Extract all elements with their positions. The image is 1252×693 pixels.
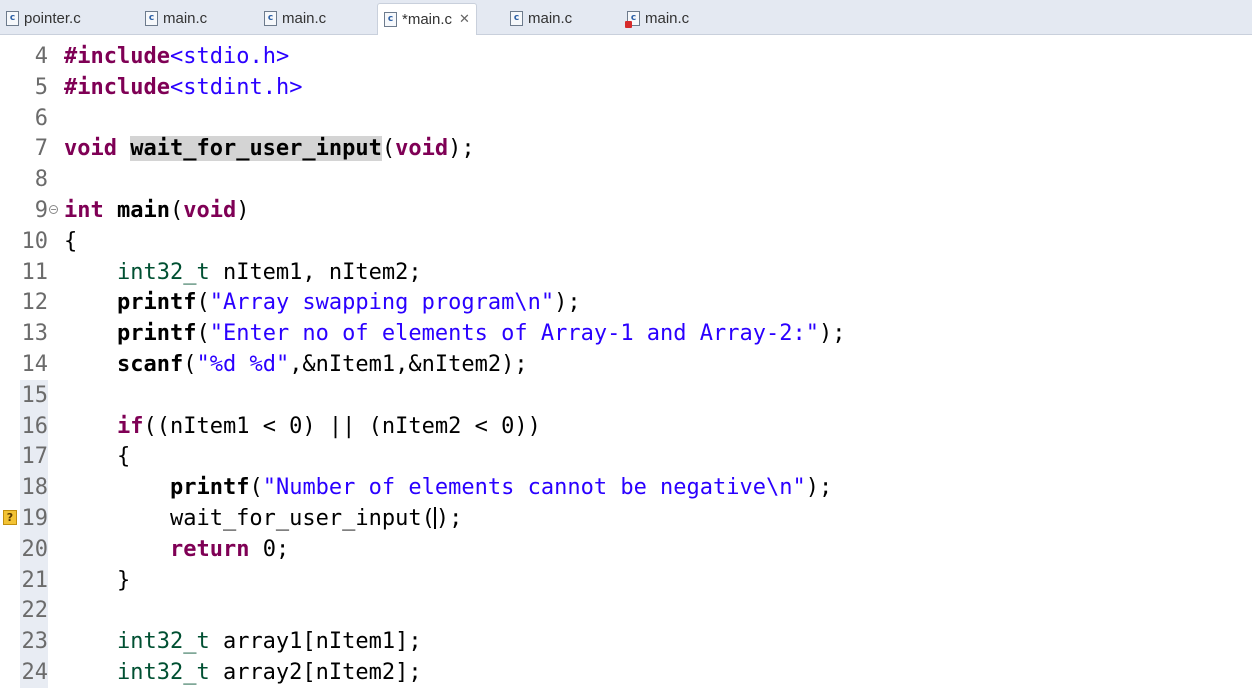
- code-line[interactable]: 12 printf("Array swapping program\n");: [0, 287, 1252, 318]
- code-text: return 0;: [169, 536, 290, 562]
- code-line[interactable]: 11 int32_t nItem1, nItem2;: [0, 257, 1252, 288]
- tab-label: main.c: [282, 9, 327, 27]
- code-text: int main(void): [64, 198, 250, 223]
- code-text: int32_t nItem1, nItem2;: [116, 259, 422, 285]
- line-number: 16: [20, 410, 48, 442]
- tab-label: pointer.c: [24, 9, 81, 27]
- line-number: 18: [20, 472, 48, 504]
- tab-main-c-2[interactable]: c main.c: [264, 4, 326, 32]
- code-line[interactable]: 8: [0, 164, 1252, 195]
- code-line[interactable]: 22: [0, 595, 1252, 627]
- code-text: wait_for_user_input();: [64, 506, 463, 531]
- code-text: if((nItem1 < 0) || (nItem2 < 0)): [116, 413, 541, 439]
- line-number: 14: [21, 352, 49, 377]
- code-text: printf("Array swapping program\n");: [116, 290, 581, 316]
- line-number: 17: [20, 441, 48, 473]
- code-line[interactable]: 6: [0, 103, 1252, 134]
- code-text: printf("Enter no of elements of Array-1 …: [116, 321, 846, 347]
- code-line[interactable]: 16 if((nItem1 < 0) || (nItem2 < 0)): [0, 410, 1252, 442]
- line-number: 7: [34, 136, 48, 162]
- line-number: 13: [21, 321, 49, 347]
- code-line[interactable]: 23 int32_t array1[nItem1];: [0, 626, 1252, 658]
- c-file-icon: c: [145, 10, 158, 26]
- tab-main-c-error[interactable]: c main.c: [625, 4, 690, 32]
- code-line[interactable]: 15: [0, 379, 1252, 411]
- code-line[interactable]: 7 void wait_for_user_input(void);: [0, 133, 1252, 164]
- tab-pointer-c[interactable]: c pointer.c: [6, 4, 81, 32]
- code-text: #include<stdint.h>: [64, 74, 303, 100]
- code-line[interactable]: 14 scanf("%d %d",&nItem1,&nItem2);: [0, 349, 1252, 380]
- c-file-error-icon: c: [625, 10, 640, 28]
- code-text: #include<stdio.h>: [64, 44, 290, 69]
- tab-main-c-3[interactable]: c main.c: [510, 4, 572, 32]
- code-text: {: [64, 228, 78, 254]
- line-number: 8: [34, 167, 48, 193]
- line-number: 23: [20, 626, 48, 658]
- line-number: 11: [21, 259, 49, 285]
- line-number: 20: [20, 533, 48, 565]
- warning-marker-icon[interactable]: ?: [3, 510, 17, 525]
- code-text: scanf("%d %d",&nItem1,&nItem2);: [116, 352, 528, 377]
- code-text: printf("Number of elements cannot be neg…: [169, 475, 833, 501]
- code-text: void wait_for_user_input(void);: [64, 136, 475, 162]
- line-number: 24: [20, 657, 48, 688]
- code-line[interactable]: 17 {: [0, 441, 1252, 473]
- line-number: 4: [34, 44, 48, 69]
- line-number: 5: [34, 74, 48, 100]
- fold-collapse-icon[interactable]: −: [49, 205, 58, 214]
- code-line[interactable]: 9− int main(void): [0, 195, 1252, 226]
- c-file-icon: c: [384, 12, 397, 27]
- text-cursor: [433, 507, 436, 529]
- editor-tab-bar: c pointer.c c main.c c main.c c *main.c …: [0, 0, 1252, 35]
- line-number: 9: [34, 198, 48, 223]
- tab-label: main.c: [163, 9, 208, 27]
- code-line[interactable]: 20 return 0;: [0, 533, 1252, 565]
- tab-label: *main.c: [402, 11, 453, 28]
- code-line[interactable]: 19? wait_for_user_input();: [0, 503, 1252, 534]
- code-text: }: [64, 567, 131, 593]
- c-file-icon: c: [510, 10, 523, 26]
- line-number: 12: [21, 290, 49, 316]
- c-file-icon: c: [264, 10, 277, 26]
- tab-label: main.c: [645, 9, 690, 27]
- c-file-icon: c: [6, 10, 19, 26]
- code-line[interactable]: 13 printf("Enter no of elements of Array…: [0, 318, 1252, 349]
- code-text: int32_t array1[nItem1];: [116, 629, 422, 655]
- line-number: 22: [20, 595, 48, 627]
- code-line[interactable]: 21 }: [0, 564, 1252, 596]
- tab-main-c-active[interactable]: c *main.c ✕: [377, 3, 477, 35]
- code-text: int32_t array2[nItem2];: [116, 660, 422, 685]
- line-number: 10: [21, 228, 49, 254]
- close-icon[interactable]: ✕: [459, 12, 470, 27]
- line-number: 19: [20, 503, 48, 534]
- code-text: {: [64, 444, 131, 470]
- tab-main-c-1[interactable]: c main.c: [145, 4, 207, 32]
- code-line[interactable]: 10 {: [0, 226, 1252, 257]
- line-number: 6: [34, 105, 48, 131]
- code-editor[interactable]: 4 #include<stdio.h> 5 #include<stdint.h> 6 7 v…: [0, 35, 1252, 693]
- code-line[interactable]: 18 printf("Number of elements cannot be …: [0, 472, 1252, 504]
- line-number: 15: [20, 379, 48, 411]
- code-line[interactable]: 4 #include<stdio.h>: [0, 41, 1252, 72]
- line-number: 21: [20, 564, 48, 596]
- code-line[interactable]: 5 #include<stdint.h>: [0, 72, 1252, 103]
- tab-label: main.c: [528, 9, 573, 27]
- code-line[interactable]: 24 int32_t array2[nItem2];: [0, 657, 1252, 688]
